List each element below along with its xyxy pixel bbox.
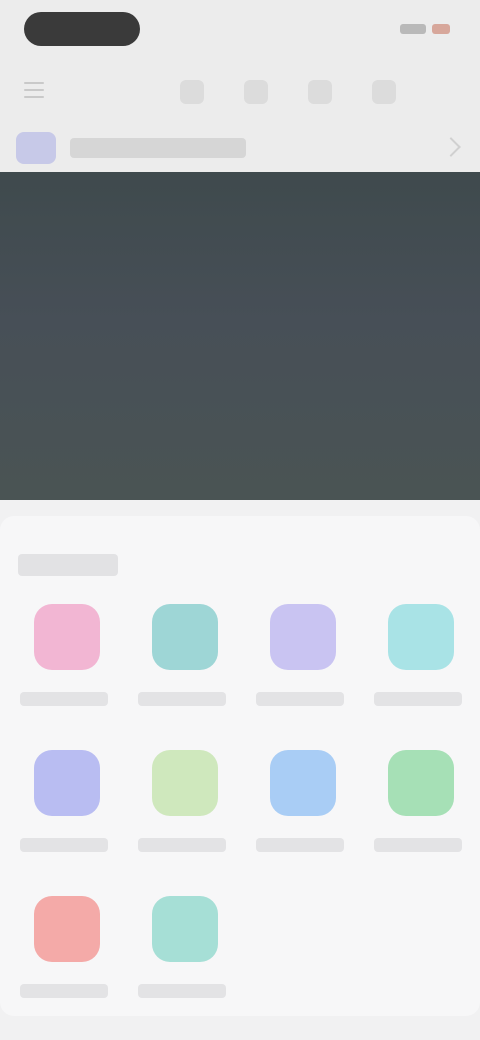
app-tile[interactable] [118, 742, 238, 882]
nav-icon-3[interactable] [308, 80, 332, 104]
battery-icon [432, 24, 450, 34]
app-icon[interactable] [34, 750, 100, 816]
nav-icon-1[interactable] [180, 80, 204, 104]
app-icon[interactable] [152, 896, 218, 962]
app-label [374, 692, 462, 706]
app-tile[interactable] [236, 596, 356, 736]
app-label [138, 984, 226, 998]
app-icon[interactable] [388, 750, 454, 816]
app-icon[interactable] [152, 750, 218, 816]
app-icon[interactable] [270, 750, 336, 816]
app-icon[interactable] [152, 604, 218, 670]
app-label [256, 838, 344, 852]
app-tile[interactable] [118, 888, 238, 1028]
apps-panel [0, 516, 480, 1016]
status-time-pill [24, 12, 140, 46]
top-navigation [0, 60, 480, 124]
app-tile[interactable] [118, 596, 238, 736]
app-tile[interactable] [0, 742, 120, 882]
app-tile[interactable] [0, 888, 120, 1028]
hero-banner[interactable] [0, 172, 480, 500]
app-tile[interactable] [354, 742, 474, 882]
app-icon[interactable] [34, 896, 100, 962]
nav-icon-2[interactable] [244, 80, 268, 104]
app-label [20, 984, 108, 998]
status-bar [0, 0, 480, 60]
top-nav-icons [180, 80, 396, 104]
app-tile[interactable] [354, 596, 474, 736]
app-icon[interactable] [34, 604, 100, 670]
app-tile[interactable] [0, 596, 120, 736]
app-label [374, 838, 462, 852]
app-label [20, 838, 108, 852]
app-label [138, 692, 226, 706]
nav-icon-4[interactable] [372, 80, 396, 104]
account-name [70, 138, 246, 158]
status-icons [400, 20, 450, 38]
app-label [20, 692, 108, 706]
app-label [138, 838, 226, 852]
menu-icon[interactable] [24, 82, 44, 98]
section-title [18, 554, 118, 576]
account-row[interactable] [0, 124, 480, 172]
signal-icon [400, 24, 426, 34]
app-tile[interactable] [236, 742, 356, 882]
chevron-right-icon[interactable] [441, 137, 461, 157]
app-icon[interactable] [388, 604, 454, 670]
app-label [256, 692, 344, 706]
app-icon[interactable] [270, 604, 336, 670]
avatar[interactable] [16, 132, 56, 164]
